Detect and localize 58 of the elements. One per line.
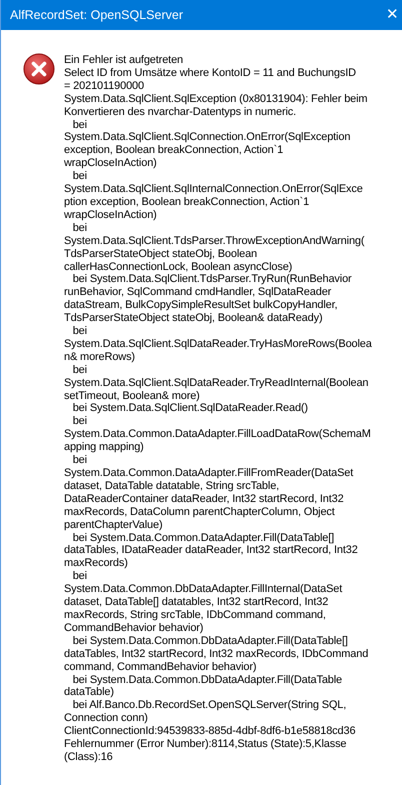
message-line: bei [72,170,87,184]
message-line: ption exception, Boolean breakConnection, Action`1 [64,196,310,209]
message-line: System.Data.SqlClient.SqlDataReader.TryHasMoreRows(Boolea [64,338,372,351]
message-line: CommandBehavior behavior) [64,622,204,635]
message-line: n& moreRows) [64,350,135,364]
message-line: Select ID from Umsätze where KontoID = 11 and BuchungsID [64,66,356,80]
message-line: bei [72,118,87,132]
error-icon [23,53,55,85]
message-line: System.Data.Common.DbDataAdapter.FillInternal(DataSet [64,583,342,596]
message-line: dataStream, BulkCopySimpleResultSet bulkCopyHandler, [64,299,338,312]
message-line: wrapCloseInAction) [64,208,157,222]
message-line: command, CommandBehavior behavior) [64,660,256,674]
message-line: dataset, DataTable datatable, String srcTable, [64,480,280,493]
message-line: TdsParserStateObject stateObj, Boolean& dataReady) [64,312,322,326]
message-line: System.Data.Common.DataAdapter.FillFromReader(DataSet [64,467,354,480]
message-line: ClientConnectionId:94539833-885d-4dbf-8df6-b1e58818cd36 [64,725,356,738]
message-line: System.Data.SqlClient.TdsParser.ThrowExceptionAndWarning( [64,234,364,248]
message-line: exception, Boolean breakConnection, Action`1 [64,144,284,158]
message-line: TdsParserStateObject stateObj, Boolean [64,248,258,260]
message-line: dataTable) [64,686,114,700]
message-line: DataReaderContainer dataReader, Int32 startRecord, Int32 [64,492,344,506]
message-line: Fehlernummer (Error Number):8114,Status (State):5,Klasse [64,738,346,751]
window-title: AlfRecordSet: OpenSQLServer [10,6,183,24]
message-line: bei System.Data.SqlClient.SqlDataReader.Read() [72,402,308,416]
message-line: maxRecords) [64,557,128,570]
message-line: bei System.Data.Common.DbDataAdapter.Fill(DataTable[] [72,634,348,648]
message-line: System.Data.Common.DataAdapter.FillLoadDataRow(SchemaM [64,428,371,442]
message-line: bei [72,570,87,584]
message-line: bei System.Data.Common.DataAdapter.Fill(DataTable[] [72,532,334,544]
message-line: parentChapterValue) [64,518,162,532]
message-line: System.Data.SqlClient.SqlConnection.OnError(SqlException [64,131,350,144]
message-line: Connection conn) [64,712,148,726]
message-line: dataTables, IDataReader dataReader, Int32 startRecord, Int32 [64,544,358,558]
message-line: runBehavior, SqlCommand cmdHandler, SqlDataReader [64,286,332,300]
message-line: bei [72,415,87,428]
message-line: System.Data.SqlClient.SqlException (0x80131904): Fehler beim [64,92,368,106]
message-line: dataset, DataTable[] datatables, Int32 startRecord, Int32 [64,596,328,609]
message-line: maxRecords, String srcTable, IDbCommand command, [64,608,326,622]
message-line: bei [72,325,87,338]
message-line: bei [72,222,87,235]
message-line: bei [72,364,87,377]
message-line: Ein Fehler ist aufgetreten [64,54,184,67]
message-line: wrapCloseInAction) [64,157,157,170]
message-line: bei System.Data.SqlClient.TdsParser.TryRun(RunBehavior [72,273,352,286]
message-line: maxRecords, DataColumn parentChapterColumn, Object [64,506,335,519]
message-line: bei System.Data.Common.DbDataAdapter.Fill(DataTable [72,674,342,686]
message-line: System.Data.SqlClient.SqlInternalConnection.OnError(SqlExce [64,183,363,196]
message-line: System.Data.SqlClient.SqlDataReader.TryReadInternal(Boolean [64,376,368,390]
message-line: (Class):16 [64,750,113,764]
message-line: callerHasConnectionLock, Boolean asyncClose) [64,260,292,274]
message-line: setTimeout, Boolean& more) [64,390,200,402]
message-line: apping mapping) [64,441,144,454]
message-line: bei Alf.Banco.Db.RecordSet.OpenSQLServer(String SQL, [72,699,346,712]
message-line: Konvertieren des nvarchar-Datentyps in numeric. [64,106,296,119]
close-button[interactable]: ✕ [382,0,402,30]
message-line: dataTables, Int32 startRecord, Int32 maxRecords, IDbCommand [64,648,368,661]
message-line: = 202101190000 [64,80,144,93]
message-line: bei [72,454,87,467]
